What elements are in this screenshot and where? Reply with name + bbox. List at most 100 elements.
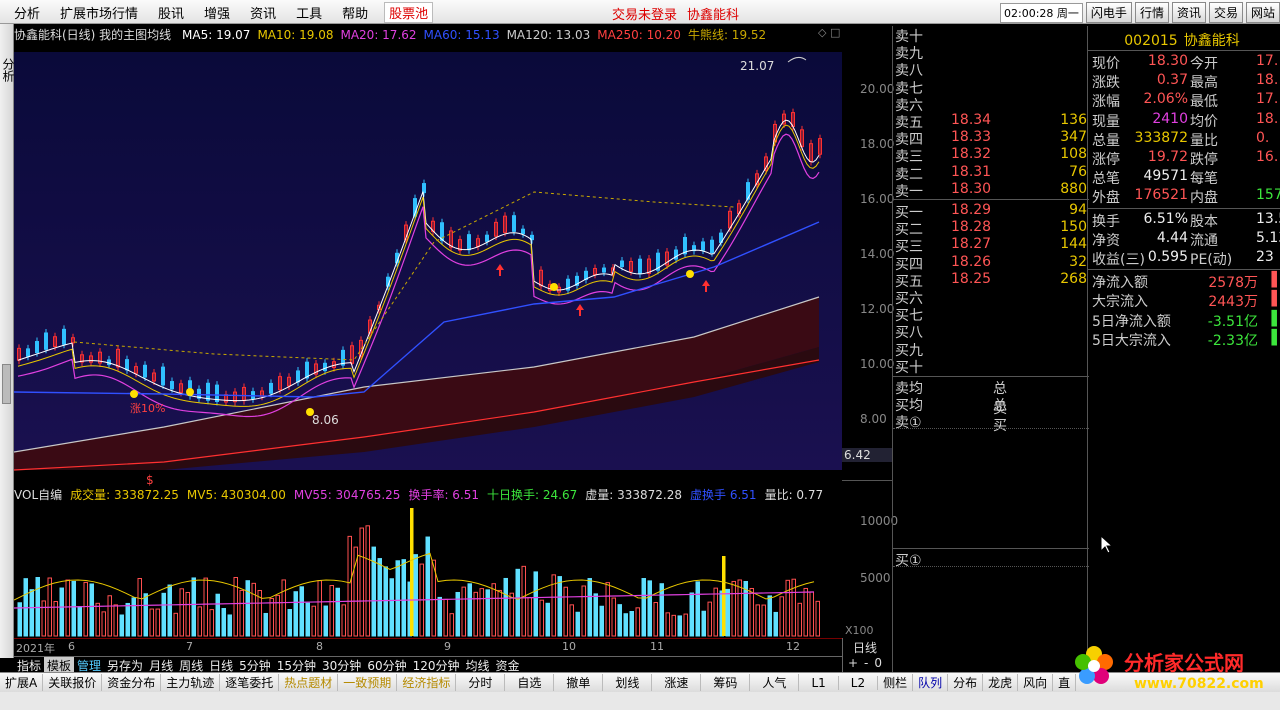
bid-row[interactable]: 买八	[895, 322, 1089, 341]
menu-item-1[interactable]: 扩展市场行情	[50, 3, 148, 22]
volume-bar	[263, 612, 268, 637]
menu-item-5[interactable]: 工具	[286, 3, 332, 22]
indicator-tab-4[interactable]: 月线	[146, 657, 176, 673]
toolbar-button-1[interactable]: 行情	[1134, 2, 1169, 23]
volume-bar	[563, 586, 568, 637]
toolbar-button-2[interactable]: 资讯	[1171, 2, 1206, 23]
menu-item-0[interactable]: 分析	[4, 3, 50, 22]
ask-row[interactable]: 卖四 18.33 347	[895, 129, 1089, 148]
function-tab-21[interactable]: 风向	[1018, 674, 1054, 691]
menu-item-6[interactable]: 帮助	[332, 3, 378, 22]
bid-row[interactable]: 买十	[895, 357, 1089, 376]
function-tab-6[interactable]: 一致预期	[338, 674, 398, 691]
volume-bar	[83, 581, 88, 637]
volume-bar	[629, 610, 634, 637]
function-tab-8[interactable]: 分时	[456, 674, 506, 691]
function-tab-14[interactable]: 人气	[750, 674, 800, 691]
bid-row[interactable]: 买三 18.27 144	[895, 236, 1089, 255]
volume-bar	[461, 586, 466, 637]
indicator-tab-11[interactable]: 120分钟	[410, 657, 463, 673]
indicator-tab-0[interactable]: 指标	[14, 657, 44, 673]
indicator-tab-7[interactable]: 5分钟	[236, 657, 274, 673]
indicator-tab-6[interactable]: 日线	[206, 657, 236, 673]
function-tab-15[interactable]: L1	[799, 675, 839, 690]
ask-row[interactable]: 卖九	[895, 43, 1089, 62]
function-tab-17[interactable]: 侧栏	[878, 674, 914, 691]
ask-row[interactable]: 卖八	[895, 60, 1089, 79]
bid-row[interactable]: 买四 18.26 32	[895, 254, 1089, 273]
volume-chart[interactable]	[14, 500, 842, 638]
toolbar-button-3[interactable]: 交易	[1208, 2, 1243, 23]
indicator-tab-3[interactable]: 另存为	[104, 657, 146, 673]
function-tab-9[interactable]: 自选	[505, 674, 555, 691]
ask-row[interactable]: 卖五 18.34 136	[895, 112, 1089, 131]
function-tab-7[interactable]: 经济指标	[397, 674, 457, 691]
ask-price: 18.30	[951, 180, 992, 197]
ask-row[interactable]: 卖六	[895, 95, 1089, 114]
function-tab-19[interactable]: 分布	[948, 674, 984, 691]
flow-label: 净流入额	[1092, 275, 1148, 292]
bid-row[interactable]: 买二 18.28 150	[895, 219, 1089, 238]
indicator-tab-10[interactable]: 60分钟	[364, 657, 409, 673]
function-tab-12[interactable]: 涨速	[652, 674, 702, 691]
volume-bar	[707, 601, 712, 637]
quote-label: 跌停	[1190, 152, 1218, 168]
bid-row[interactable]: 买五 18.25 268	[895, 270, 1089, 290]
indicator-tab-1[interactable]: 模板	[44, 657, 75, 673]
toolbar-button-4[interactable]: 网站	[1245, 2, 1280, 23]
ask-row[interactable]: 卖一 18.30 880	[895, 180, 1089, 200]
bid-row[interactable]: 买一 18.29 94	[895, 202, 1089, 221]
left-scroll-handle[interactable]	[2, 364, 11, 404]
function-tab-13[interactable]: 筹码	[701, 674, 751, 691]
signal-dot	[130, 390, 138, 398]
function-tab-20[interactable]: 龙虎	[983, 674, 1019, 691]
sell-queue-label[interactable]: 卖①	[895, 412, 922, 432]
bid-row[interactable]: 买六	[895, 288, 1089, 307]
function-tab-3[interactable]: 主力轨迹	[161, 674, 221, 691]
indicator-tab-12[interactable]: 均线	[463, 657, 493, 673]
menu-item-3[interactable]: 增强	[194, 3, 240, 22]
function-tab-10[interactable]: 撤单	[554, 674, 604, 691]
zoom-controls[interactable]: +-0	[848, 656, 888, 670]
ask-row[interactable]: 卖三 18.32 108	[895, 146, 1089, 165]
quote-value: 6.51%	[1143, 210, 1188, 227]
buy-queue-label[interactable]: 买①	[895, 550, 922, 570]
status-text-0[interactable]: 交易未登录	[612, 8, 677, 23]
function-tab-2[interactable]: 资金分布	[102, 674, 162, 691]
function-tab-5[interactable]: 热点题材	[279, 674, 339, 691]
quote-label: 现量	[1092, 113, 1120, 130]
function-tab-16[interactable]: L2	[839, 675, 879, 690]
volume-bar	[785, 579, 790, 637]
indicator-tab-2[interactable]: 管理	[74, 657, 104, 673]
chart-options-icon[interactable]: ◇ □	[818, 26, 840, 39]
bid-row[interactable]: 买七	[895, 305, 1089, 324]
bid-row[interactable]: 买九	[895, 340, 1089, 359]
flow-row: 大宗流入 2443万 ▐	[1092, 291, 1280, 310]
main-price-chart[interactable]: 21.07 8.06 涨10% $	[14, 42, 842, 486]
indicator-tab-5[interactable]: 周线	[176, 657, 206, 673]
function-tab-0[interactable]: 扩展A	[0, 674, 44, 691]
indicator-tab-13[interactable]: 资金	[493, 657, 523, 673]
volume-bar	[641, 578, 646, 637]
stock-pool-button[interactable]: 股票池	[384, 1, 434, 23]
ask-row[interactable]: 卖十	[895, 26, 1089, 45]
function-tab-18[interactable]: 队列	[913, 674, 949, 691]
function-tab-11[interactable]: 划线	[603, 674, 653, 691]
toolbar-button-0[interactable]: 闪电手	[1085, 2, 1132, 23]
ask-row[interactable]: 卖七	[895, 78, 1089, 97]
function-tab-4[interactable]: 逐笔委托	[220, 674, 280, 691]
menu-item-4[interactable]: 资讯	[240, 3, 286, 22]
volume-bar	[647, 580, 652, 637]
status-text-1[interactable]: 协鑫能科	[687, 8, 739, 23]
bid-volume: 268	[1060, 270, 1087, 287]
period-label[interactable]: 日线	[853, 639, 877, 656]
menu-item-2[interactable]: 股讯	[148, 3, 194, 22]
volume-bar	[215, 593, 220, 637]
ask-row[interactable]: 卖二 18.31 76	[895, 164, 1089, 183]
indicator-tab-9[interactable]: 30分钟	[319, 657, 364, 673]
indicator-tab-8[interactable]: 15分钟	[274, 657, 319, 673]
candle-body	[296, 370, 300, 383]
function-tab-1[interactable]: 关联报价	[43, 674, 103, 691]
quote-row: 总量 333872 量比 0.	[1092, 130, 1280, 149]
quote-label: 最低	[1190, 94, 1218, 111]
